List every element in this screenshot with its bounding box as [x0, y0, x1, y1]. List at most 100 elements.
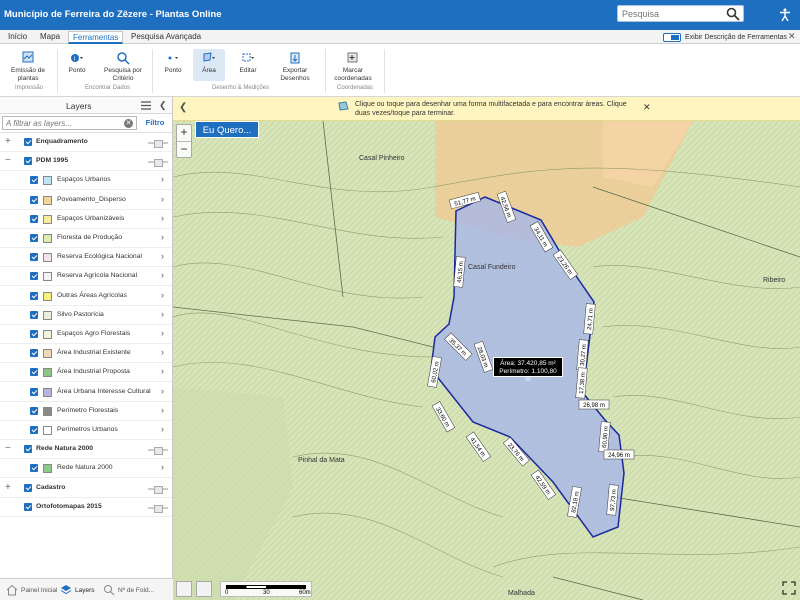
layer-row[interactable]: Rede Natura 2000 ›: [0, 459, 172, 479]
filter-input[interactable]: [2, 116, 137, 130]
layer-checkbox[interactable]: [30, 234, 38, 242]
tab-ferramentas[interactable]: Ferramentas: [68, 31, 124, 44]
collapse-left-icon[interactable]: ❮: [179, 102, 187, 113]
layer-row[interactable]: Outras Áreas Agrícolas ›: [0, 287, 172, 306]
layer-row[interactable]: − Rede Natura 2000: [0, 440, 172, 460]
chevron-right-icon[interactable]: ›: [161, 462, 164, 472]
chevron-right-icon[interactable]: ›: [161, 251, 164, 261]
ponto-draw-button[interactable]: Ponto: [158, 51, 188, 75]
layer-checkbox[interactable]: [24, 483, 32, 492]
pesquisa-criterio-button[interactable]: Pesquisa por Critério: [103, 51, 143, 83]
layer-checkbox[interactable]: [30, 272, 38, 281]
layer-checkbox[interactable]: [30, 368, 38, 377]
layer-checkbox[interactable]: [24, 445, 32, 454]
layer-row[interactable]: Floresta de Produção ›: [0, 229, 172, 248]
zoom-out-button[interactable]: −: [177, 141, 191, 157]
layer-checkbox[interactable]: [30, 310, 38, 319]
chevron-right-icon[interactable]: ›: [161, 386, 164, 396]
editar-button[interactable]: Editar: [232, 51, 264, 75]
close-icon[interactable]: ✕: [788, 31, 796, 42]
toggle-description[interactable]: Exibir Descrição de Ferramentas: [663, 32, 787, 42]
chevron-right-icon[interactable]: ›: [161, 213, 164, 223]
layer-row[interactable]: Ortofotomapas 2015: [0, 498, 172, 517]
chevron-right-icon[interactable]: ›: [161, 290, 164, 300]
opacity-slider[interactable]: [148, 159, 168, 168]
opacity-slider[interactable]: [148, 485, 168, 494]
layer-row[interactable]: Espaços Urbanos ›: [0, 171, 172, 191]
chevron-right-icon[interactable]: ›: [161, 194, 164, 204]
layer-row[interactable]: Área Urbana Interesse Cultural ›: [0, 383, 172, 402]
list-icon[interactable]: [141, 101, 151, 110]
layer-row[interactable]: Área Industrial Proposta ›: [0, 363, 172, 383]
area-draw-button[interactable]: Área: [193, 49, 225, 81]
layer-row[interactable]: Espaços Urbanizáveis ›: [0, 210, 172, 229]
layer-row[interactable]: Espaços Agro Florestais ›: [0, 325, 172, 344]
filter-button[interactable]: Filtro: [140, 116, 170, 130]
accessibility-icon[interactable]: [778, 8, 792, 22]
close-icon[interactable]: ✕: [643, 102, 651, 113]
layer-checkbox[interactable]: [30, 406, 38, 415]
opacity-slider[interactable]: [148, 140, 168, 148]
emissao-plantas-button[interactable]: Emissão de plantas: [8, 51, 48, 83]
map-view[interactable]: Casal Pinheiro Casal Fundeiro Ribeiro Pi…: [173, 97, 800, 600]
expand-icon[interactable]: +: [5, 482, 13, 493]
layer-checkbox[interactable]: [30, 349, 38, 358]
layer-checkbox[interactable]: [30, 195, 38, 204]
layer-checkbox[interactable]: [30, 214, 38, 223]
search-input[interactable]: [618, 6, 718, 21]
search-box[interactable]: [617, 5, 744, 22]
layer-checkbox[interactable]: [24, 502, 32, 511]
tab-mapa[interactable]: Mapa: [36, 31, 64, 44]
opacity-slider[interactable]: [148, 504, 168, 513]
layer-checkbox[interactable]: [24, 157, 32, 166]
layer-row[interactable]: − PDM 1995: [0, 152, 172, 172]
collapse-icon[interactable]: −: [5, 443, 13, 454]
toggle-switch[interactable]: [663, 32, 681, 42]
chevron-right-icon[interactable]: ›: [161, 328, 164, 338]
expand-icon[interactable]: +: [5, 136, 13, 147]
tab-inicio[interactable]: Início: [4, 31, 31, 44]
layer-row[interactable]: + Enquadramento: [0, 133, 172, 152]
tab-painel-inicial[interactable]: Painel Inicial: [6, 584, 58, 596]
layer-checkbox[interactable]: [30, 387, 38, 396]
search-icon[interactable]: [726, 7, 740, 21]
tab-layers[interactable]: Layers: [60, 584, 95, 596]
layer-row[interactable]: Reserva Agrícola Nacional ›: [0, 267, 172, 287]
layer-row[interactable]: + Cadastro: [0, 479, 172, 498]
opacity-slider[interactable]: [148, 447, 168, 456]
tab-folders[interactable]: Nº de Fold...: [103, 584, 154, 596]
overview-map-button[interactable]: [176, 581, 192, 597]
chevron-right-icon[interactable]: ›: [161, 270, 164, 280]
layer-checkbox[interactable]: [30, 291, 38, 300]
chevron-right-icon[interactable]: ›: [161, 366, 164, 376]
layer-row[interactable]: Área Industrial Existente ›: [0, 344, 172, 364]
layer-row[interactable]: Reserva Ecológica Nacional ›: [0, 248, 172, 268]
eu-quero-button[interactable]: Eu Quero...: [195, 121, 259, 138]
layer-checkbox[interactable]: [30, 426, 38, 434]
ponto-info-button[interactable]: i Ponto: [62, 51, 92, 75]
chevron-right-icon[interactable]: ›: [161, 232, 164, 242]
layer-checkbox[interactable]: [30, 464, 38, 473]
layer-checkbox[interactable]: [30, 330, 38, 338]
zoom-in-button[interactable]: +: [177, 125, 191, 141]
layer-checkbox[interactable]: [24, 138, 32, 146]
layer-row[interactable]: Silvo Pastorícia ›: [0, 306, 172, 325]
marcar-coordenadas-button[interactable]: Marcar coordenadas: [332, 51, 374, 83]
map-canvas[interactable]: Casal Pinheiro Casal Fundeiro Ribeiro Pi…: [173, 97, 800, 600]
layer-row[interactable]: Povoamento_Disperso ›: [0, 191, 172, 210]
chevron-right-icon[interactable]: ›: [161, 424, 164, 434]
tab-pesquisa-avancada[interactable]: Pesquisa Avançada: [127, 31, 205, 44]
clear-icon[interactable]: ✕: [124, 119, 133, 128]
chevron-right-icon[interactable]: ›: [161, 405, 164, 415]
fullscreen-icon[interactable]: [782, 581, 796, 595]
chevron-right-icon[interactable]: ›: [161, 174, 164, 184]
layer-row[interactable]: Perímetro Florestais ›: [0, 402, 172, 421]
collapse-icon[interactable]: −: [5, 155, 13, 166]
exportar-desenhos-button[interactable]: Exportar Desenhos: [275, 51, 315, 83]
chevron-right-icon[interactable]: ›: [161, 347, 164, 357]
layer-row[interactable]: Perímetros Urbanos ›: [0, 421, 172, 440]
collapse-left-icon[interactable]: ❮: [159, 100, 167, 111]
chevron-right-icon[interactable]: ›: [161, 309, 164, 319]
basemap-button[interactable]: [196, 581, 212, 597]
layer-checkbox[interactable]: [30, 253, 38, 262]
